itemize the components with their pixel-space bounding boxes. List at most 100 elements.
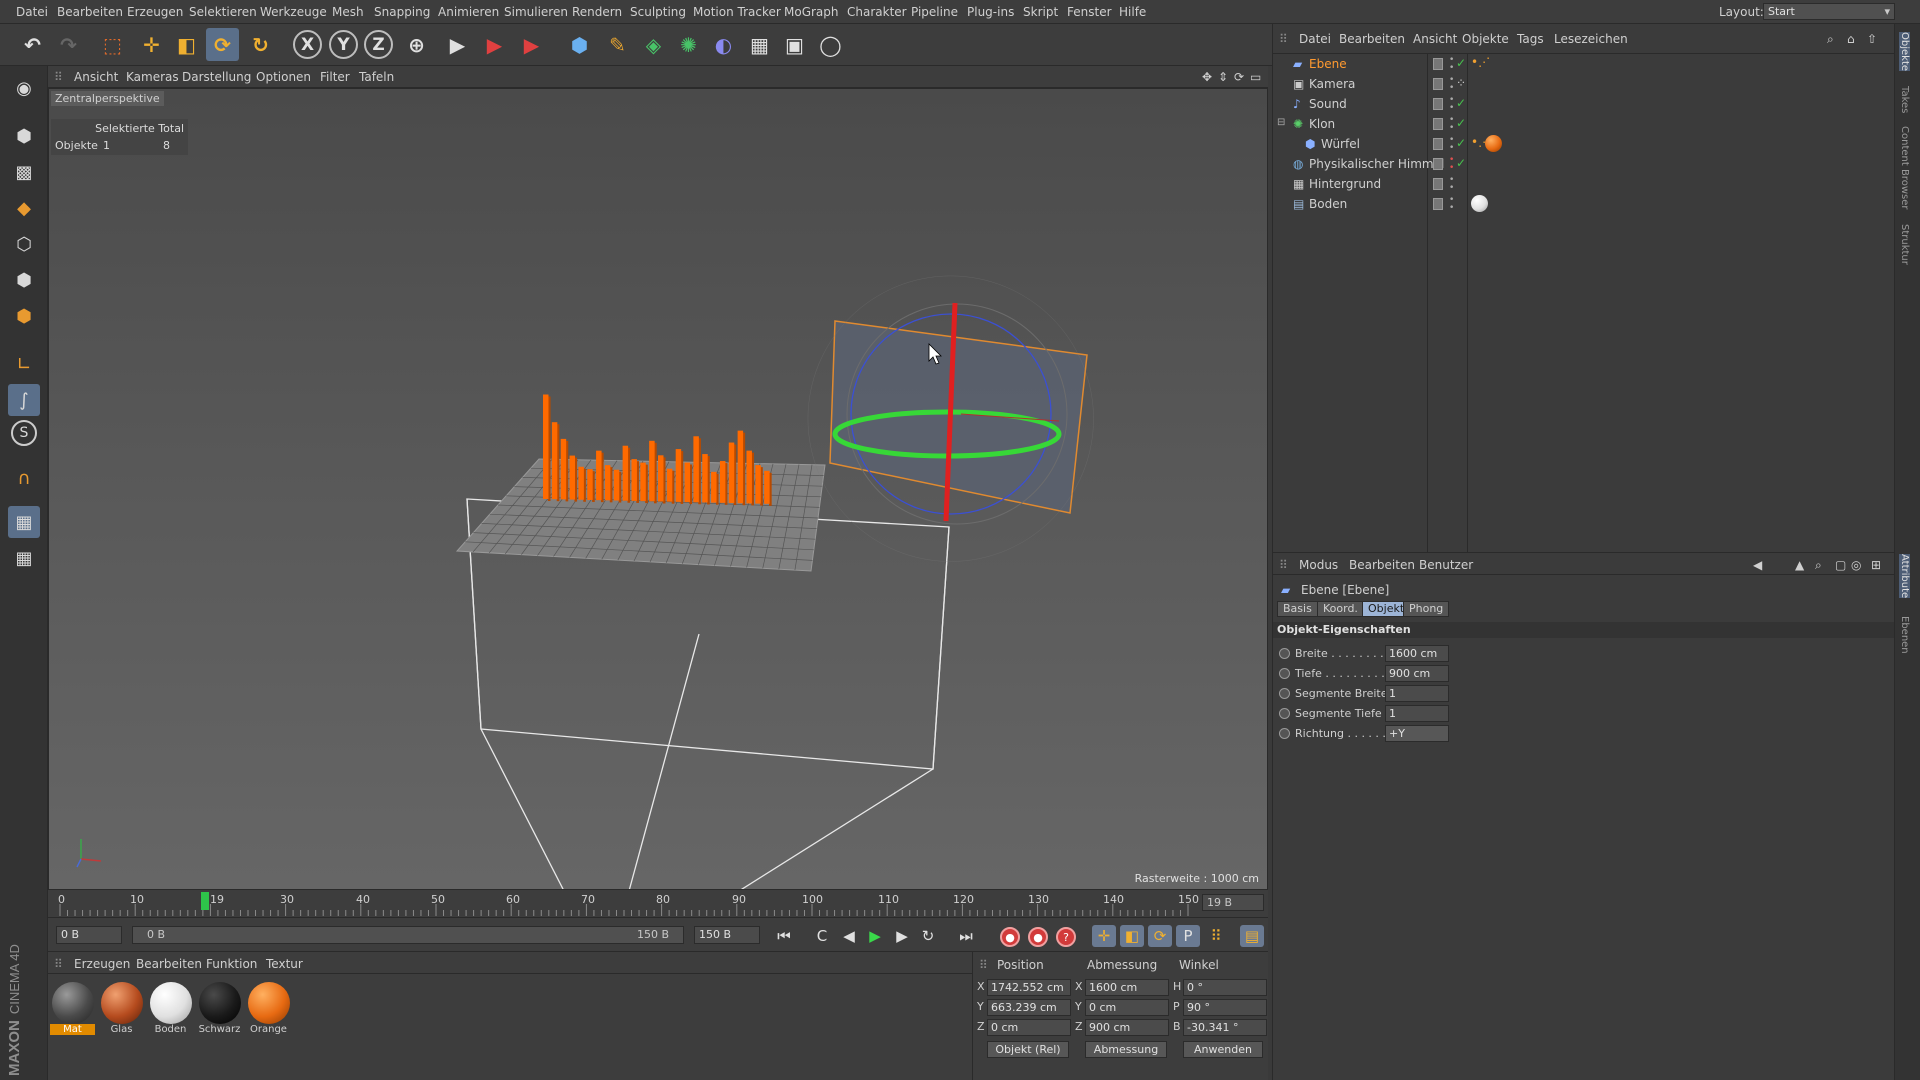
polygons-mode-icon[interactable]: ⬢ <box>8 300 40 332</box>
prop-tiefe-field[interactable]: 900 cm <box>1385 665 1449 682</box>
menu-snapping[interactable]: Snapping <box>374 5 430 19</box>
viewport-maximize-icon[interactable]: ▭ <box>1250 70 1261 84</box>
om-up-icon[interactable]: ⇧ <box>1867 32 1877 46</box>
play-icon[interactable]: ▶ <box>863 925 887 947</box>
enabled-check-icon[interactable]: ✓ <box>1456 136 1466 150</box>
cube-primitive-icon[interactable]: ⬢ <box>563 28 596 61</box>
deformer-icon[interactable]: ◐ <box>707 28 740 61</box>
coord-size-mode-dropdown[interactable]: Abmessung <box>1085 1041 1167 1058</box>
live-selection-icon[interactable]: ⬚ <box>96 28 129 61</box>
om-menu-tags[interactable]: Tags <box>1517 32 1544 46</box>
material-mat[interactable]: Mat <box>50 980 95 1036</box>
om-menu-bearbeiten[interactable]: Bearbeiten <box>1339 32 1405 46</box>
edge-tab-ebenen[interactable]: Ebenen <box>1899 616 1910 654</box>
am-menu-benutzer[interactable]: Benutzer <box>1419 558 1473 572</box>
material-boden[interactable]: Boden <box>148 980 193 1036</box>
edge-tab-attribute[interactable]: Attribute <box>1899 554 1910 599</box>
axis-x-lock-button[interactable]: X <box>293 30 322 59</box>
am-up-icon[interactable]: ▲ <box>1795 558 1804 572</box>
apply-button[interactable]: Anwenden <box>1183 1041 1263 1058</box>
om-menu-ansicht[interactable]: Ansicht <box>1413 32 1457 46</box>
animate-radio-icon[interactable] <box>1279 688 1290 699</box>
edge-tab-objekte[interactable]: Objekte <box>1899 32 1910 72</box>
world-coordinates-icon[interactable]: ⊕ <box>400 28 433 61</box>
coord-pos-y-field[interactable]: 663.239 cm <box>987 999 1071 1016</box>
am-back-icon[interactable]: ◀ <box>1753 558 1762 572</box>
prop-segmente-breite-field[interactable]: 1 <box>1385 685 1449 702</box>
render-settings-icon[interactable]: ▶ <box>515 28 548 61</box>
keyframe-selection-icon[interactable]: ? <box>1056 927 1076 947</box>
workplane-icon[interactable]: ◆ <box>8 192 40 224</box>
floor-scene-icon[interactable]: ▦ <box>743 28 776 61</box>
om-menu-objekte[interactable]: Objekte <box>1462 32 1509 46</box>
prev-key-icon[interactable]: C <box>810 925 834 947</box>
animate-radio-icon[interactable] <box>1279 668 1290 679</box>
coord-rot-b-field[interactable]: -30.341 ° <box>1183 1019 1267 1036</box>
object-row-klon[interactable]: ⊟ ✺ Klon • • ✓ <box>1273 114 1895 134</box>
am-lock-icon[interactable]: ▢ <box>1835 558 1846 572</box>
visibility-dots-icon[interactable]: • • <box>1449 196 1454 213</box>
enabled-check-icon[interactable]: ✓ <box>1456 96 1466 110</box>
layer-box-icon[interactable] <box>1433 118 1443 130</box>
edge-tab-struktur[interactable]: Struktur <box>1899 224 1910 265</box>
viewport-zoom-icon[interactable]: ⇕ <box>1218 70 1228 84</box>
coord-size-z-field[interactable]: 900 cm <box>1085 1019 1169 1036</box>
make-editable-icon[interactable]: ◉ <box>8 72 40 104</box>
viewport-menu-optionen[interactable]: Optionen <box>256 70 311 84</box>
axis-mode-icon[interactable]: ∟ <box>8 348 40 380</box>
animate-radio-icon[interactable] <box>1279 648 1290 659</box>
magnet-icon[interactable]: ∩ <box>8 462 40 494</box>
layer-box-icon[interactable] <box>1433 98 1443 110</box>
rotate-tool-icon[interactable]: ⟳ <box>206 28 239 61</box>
next-frame-icon[interactable]: ▶ <box>890 925 914 947</box>
am-search-icon[interactable]: ⌕ <box>1815 558 1822 573</box>
locked-workplane-icon[interactable]: ▦ <box>8 542 40 574</box>
viewport-menu-filter[interactable]: Filter <box>320 70 350 84</box>
coord-mode-dropdown[interactable]: Objekt (Rel) <box>987 1041 1069 1058</box>
coord-rot-h-field[interactable]: 0 ° <box>1183 979 1267 996</box>
menu-pipeline[interactable]: Pipeline <box>911 5 958 19</box>
animate-radio-icon[interactable] <box>1279 708 1290 719</box>
next-key-icon[interactable]: ↻ <box>916 925 940 947</box>
coord-size-x-field[interactable]: 1600 cm <box>1085 979 1169 996</box>
timeline-window-icon[interactable]: ▤ <box>1240 925 1264 947</box>
layer-box-icon[interactable] <box>1433 158 1443 170</box>
prop-segmente-tiefe-field[interactable]: 1 <box>1385 705 1449 722</box>
am-menu-bearbeiten[interactable]: Bearbeiten <box>1349 558 1415 572</box>
material-menu-erzeugen[interactable]: Erzeugen <box>74 957 130 971</box>
menu-mesh[interactable]: Mesh <box>332 5 364 19</box>
points-mode-icon[interactable]: ⬡ <box>8 228 40 260</box>
timeline-playhead[interactable] <box>201 892 209 910</box>
om-menu-datei[interactable]: Datei <box>1299 32 1331 46</box>
key-rotation-icon[interactable]: ⟳ <box>1148 925 1172 947</box>
material-glas[interactable]: Glas <box>99 980 144 1036</box>
protection-tag-icon[interactable]: ⁘ <box>1456 76 1466 90</box>
current-frame-field[interactable]: 19 B <box>1202 894 1264 911</box>
am-menu-modus[interactable]: Modus <box>1299 558 1338 572</box>
light-bulb-icon[interactable]: ◯ <box>814 28 847 61</box>
menu-bearbeiten[interactable]: Bearbeiten <box>57 5 123 19</box>
object-row-physikalischer-himmel[interactable]: ◍ Physikalischer Himmel • • ✓ <box>1273 154 1895 174</box>
render-view-icon[interactable]: ▶ <box>441 28 474 61</box>
menu-erzeugen[interactable]: Erzeugen <box>127 5 183 19</box>
menu-motion-tracker[interactable]: Motion Tracker <box>693 5 781 19</box>
material-orange[interactable]: Orange <box>246 980 291 1036</box>
om-menu-lesezeichen[interactable]: Lesezeichen <box>1554 32 1628 46</box>
goto-end-icon[interactable]: ⏭ <box>954 925 978 947</box>
menu-werkzeuge[interactable]: Werkzeuge <box>260 5 327 19</box>
end-frame-field[interactable]: 150 B <box>694 926 760 944</box>
axis-y-lock-button[interactable]: Y <box>329 30 358 59</box>
subdivision-surface-icon[interactable]: ◈ <box>637 28 670 61</box>
material-menu-bearbeiten[interactable]: Bearbeiten <box>136 957 202 971</box>
texture-mode-icon[interactable]: ▩ <box>8 156 40 188</box>
menu-selektieren[interactable]: Selektieren <box>189 5 257 19</box>
viewport-move-icon[interactable]: ✥ <box>1202 70 1212 84</box>
layout-select[interactable]: Start <box>1763 3 1895 20</box>
material-tag-icon[interactable] <box>1485 135 1502 152</box>
collapse-icon[interactable]: ⊟ <box>1277 117 1291 131</box>
edges-mode-icon[interactable]: ⬢ <box>8 264 40 296</box>
edge-tab-content-browser[interactable]: Content Browser <box>1899 126 1910 209</box>
visibility-dots-icon[interactable]: • • <box>1449 56 1454 73</box>
visibility-dots-icon[interactable]: • • <box>1449 176 1454 193</box>
prop-richtung-dropdown[interactable]: +Y <box>1385 725 1449 742</box>
